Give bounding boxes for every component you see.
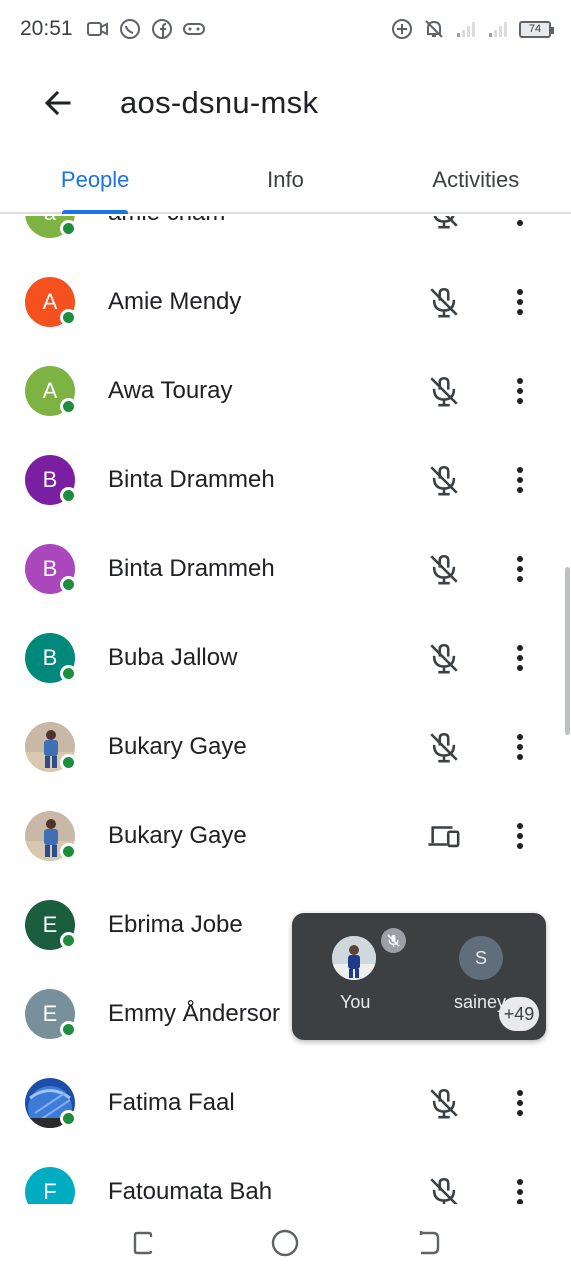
more-options-icon[interactable] — [505, 727, 535, 767]
participant-row[interactable]: B Binta Drammeh — [0, 435, 571, 524]
participant-row[interactable]: F Fatoumata Bah — [0, 1147, 571, 1204]
whatsapp-icon — [119, 18, 141, 40]
participant-row[interactable]: B Binta Drammeh — [0, 524, 571, 613]
participant-row[interactable]: Bukary Gaye — [0, 702, 571, 791]
participant-name: Buba Jallow — [108, 643, 238, 671]
mic-off-icon — [425, 1084, 463, 1122]
avatar: F — [25, 1166, 75, 1204]
participant-name: Awa Touray — [108, 376, 233, 404]
online-status-dot — [60, 1110, 77, 1127]
participant-name: Binta Drammeh — [108, 465, 275, 493]
online-status-dot — [60, 487, 77, 504]
mic-off-icon — [381, 928, 406, 953]
mic-off-icon — [425, 372, 463, 410]
participant-row[interactable]: A Awa Touray — [0, 346, 571, 435]
status-icons-right: 74 — [391, 18, 554, 40]
more-options-icon[interactable] — [505, 460, 535, 500]
notifications-off-icon — [423, 18, 445, 40]
participant-row[interactable]: aamie cham — [0, 216, 571, 257]
meeting-code-title: aos-dsnu-msk — [120, 85, 319, 120]
participant-name: amie cham — [108, 216, 225, 227]
system-nav-bar — [0, 1204, 571, 1280]
self-label: You — [340, 992, 371, 1012]
online-status-dot — [60, 309, 77, 326]
back-button[interactable] — [28, 73, 88, 133]
participant-name: Amie Mendy — [108, 287, 242, 315]
online-status-dot — [60, 843, 77, 860]
status-icons-left — [86, 18, 205, 40]
back-gesture-icon[interactable] — [413, 1228, 443, 1258]
more-options-icon[interactable] — [505, 816, 535, 856]
game-controller-icon — [182, 18, 205, 40]
mic-off-icon — [425, 283, 463, 321]
mic-off-icon — [425, 639, 463, 677]
signal-weak-icon — [487, 18, 509, 40]
online-status-dot — [60, 398, 77, 415]
app-bar: aos-dsnu-msk — [0, 58, 571, 148]
more-options-icon[interactable] — [505, 216, 535, 233]
participant-list[interactable]: aamie chamAAmie MendyAAwa TourayBBinta D… — [0, 216, 571, 1204]
mic-off-icon — [425, 216, 463, 232]
participant-name: Ebrima Jobe — [108, 910, 243, 938]
participant-name: Bukary Gaye — [108, 821, 247, 849]
online-status-dot — [60, 1021, 77, 1038]
tab-info[interactable]: Info — [190, 148, 380, 212]
add-circle-icon — [391, 18, 413, 40]
participant-name: Fatoumata Bah — [108, 1177, 273, 1205]
mic-off-icon — [425, 550, 463, 588]
more-options-icon[interactable] — [505, 1083, 535, 1123]
online-status-dot — [60, 754, 77, 771]
participant-name: Fatima Faal — [108, 1088, 235, 1116]
online-status-dot — [60, 932, 77, 949]
participant-row[interactable]: Fatima Faal — [0, 1058, 571, 1147]
home-icon[interactable] — [270, 1228, 300, 1258]
more-options-icon[interactable] — [505, 638, 535, 678]
participant-name: Emmy Åndersor — [108, 999, 281, 1027]
participant-name: Binta Drammeh — [108, 554, 275, 582]
signal-weak-icon — [455, 18, 477, 40]
mic-off-icon — [425, 728, 463, 766]
tab-people[interactable]: People — [0, 148, 190, 214]
more-options-icon[interactable] — [505, 282, 535, 322]
online-status-dot — [60, 665, 77, 682]
mic-off-icon — [425, 1173, 463, 1204]
more-options-icon[interactable] — [505, 549, 535, 589]
online-status-dot — [60, 576, 77, 593]
arrow-back-icon — [44, 90, 71, 116]
tab-activities[interactable]: Activities — [381, 148, 571, 212]
participant-row[interactable]: B Buba Jallow — [0, 613, 571, 702]
participant-avatar: S — [459, 936, 503, 980]
participant-name: Bukary Gaye — [108, 732, 247, 760]
scrollbar[interactable] — [565, 567, 570, 735]
self-avatar — [332, 936, 376, 980]
status-bar: 20:51 74 — [0, 0, 571, 58]
facebook-icon — [151, 18, 173, 40]
mic-off-icon — [425, 461, 463, 499]
participant-row[interactable]: Bukary Gaye — [0, 791, 571, 880]
status-time: 20:51 — [20, 17, 73, 40]
participant-row[interactable]: A Amie Mendy — [0, 257, 571, 346]
tab-bar: People Info Activities — [0, 148, 571, 214]
video-call-icon — [86, 18, 109, 40]
battery-icon: 74 — [519, 20, 554, 38]
more-options-icon[interactable] — [505, 371, 535, 411]
recent-apps-icon[interactable] — [128, 1228, 158, 1258]
more-participants-badge: +49 — [499, 997, 539, 1031]
online-status-dot — [60, 220, 77, 237]
call-pip-tile[interactable]: You S sainey +49 — [292, 913, 546, 1040]
devices-icon — [425, 817, 463, 855]
more-options-icon[interactable] — [505, 1172, 535, 1204]
